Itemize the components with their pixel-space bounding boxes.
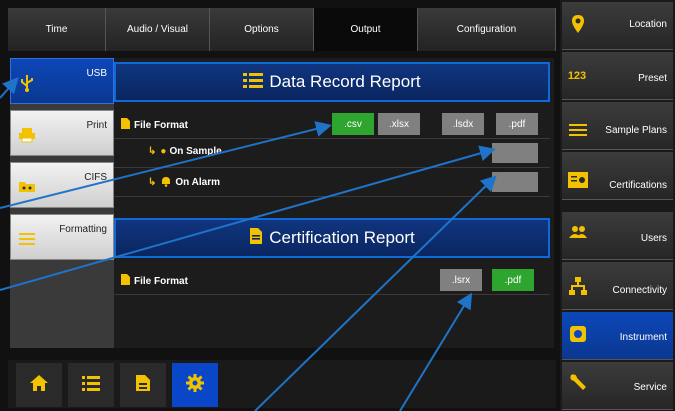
callout-arrow-usb xyxy=(0,77,19,99)
callout-arrow-csv xyxy=(0,121,332,209)
callout-arrows xyxy=(0,77,497,411)
callout-arrow-lsrx xyxy=(399,292,473,411)
callout-arrow-on-alarm xyxy=(254,175,497,411)
callout-arrow-on-sample xyxy=(0,145,496,291)
